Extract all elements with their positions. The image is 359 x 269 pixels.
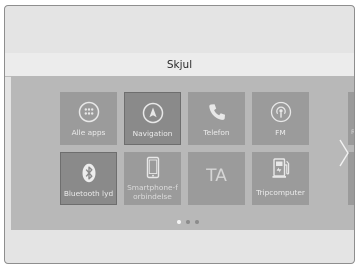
screen-frame: Skjul Alle apps Navigation Telefon FM Bl…: [4, 5, 355, 264]
tile-label: Bluetooth lyd: [63, 189, 114, 198]
compass-icon: [140, 101, 166, 125]
radio-icon: [268, 100, 294, 124]
tile-label-line2: orbindelse: [133, 192, 172, 201]
tile-label: FM: [275, 128, 286, 137]
tile-telefon[interactable]: Telefon: [188, 92, 245, 145]
tile-label: Alle apps: [71, 128, 106, 137]
grid-icon: [76, 100, 102, 124]
smartphone-icon: [140, 156, 166, 180]
tile-bluetooth-lyd[interactable]: Bluetooth lyd: [60, 152, 117, 205]
app-launcher-panel: Alle apps Navigation Telefon FM Bluetoot…: [11, 76, 355, 230]
hide-title[interactable]: Skjul: [167, 59, 192, 71]
ta-label: TA: [206, 166, 227, 186]
page-indicator: [177, 220, 199, 226]
tile-tripcomputer[interactable]: Tripcomputer: [252, 152, 309, 205]
tile-label: Navigation: [132, 129, 173, 138]
fuel-pump-icon: [268, 156, 294, 180]
page-dot-1: [177, 220, 181, 224]
header-bar: Skjul: [5, 53, 354, 77]
tile-label: Telefon: [203, 128, 230, 137]
tile-fm[interactable]: FM: [252, 92, 309, 145]
page-dot-2: [186, 220, 190, 224]
tile-label: Smartphone-f orbindelse: [124, 183, 181, 201]
tile-ta[interactable]: TA: [188, 152, 245, 205]
chevron-right-icon: [339, 139, 349, 167]
phone-icon: [204, 100, 230, 124]
tile-label-line1: Smartphone-f: [127, 183, 178, 192]
tile-label: Tripcomputer: [256, 188, 305, 197]
tile-smartphone-forbindelse[interactable]: Smartphone-f orbindelse: [124, 152, 181, 205]
tile-alle-apps[interactable]: Alle apps: [60, 92, 117, 145]
peek-label: Ra: [351, 128, 355, 136]
bluetooth-icon: [76, 161, 102, 185]
page-dot-3: [195, 220, 199, 224]
next-page-arrow[interactable]: [337, 138, 351, 168]
tile-navigation[interactable]: Navigation: [124, 92, 181, 145]
